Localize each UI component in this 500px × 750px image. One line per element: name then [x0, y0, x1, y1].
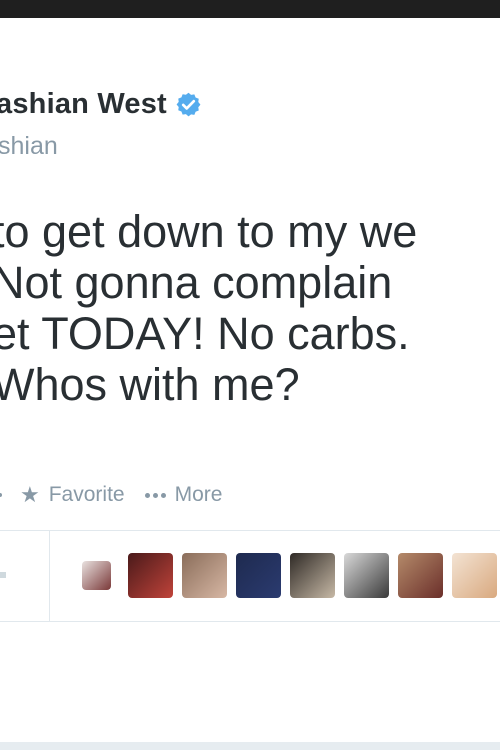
- avatar-6[interactable]: [344, 553, 389, 598]
- stat-marker: [0, 572, 6, 578]
- browser-top-bar: [0, 0, 500, 18]
- more-button[interactable]: More: [175, 483, 223, 507]
- tweet-text-line: et TODAY! No carbs.: [0, 308, 410, 359]
- tweet-stats: [0, 530, 500, 622]
- tweet-text-line: Not gonna complain: [0, 257, 393, 308]
- author-handle[interactable]: shian: [0, 132, 58, 161]
- tweet-text-line: Whos with me?: [0, 359, 300, 410]
- more-icon[interactable]: [144, 492, 166, 498]
- author-name-row[interactable]: ashian West: [0, 88, 202, 121]
- avatar-2[interactable]: [128, 553, 173, 598]
- tweet-text-line: to get down to my we: [0, 206, 418, 257]
- tweet-actions: ★ Favorite More: [0, 480, 222, 510]
- favoriter-avatars: [82, 553, 497, 598]
- avatar-5[interactable]: [290, 553, 335, 598]
- favorite-button[interactable]: Favorite: [49, 483, 125, 507]
- verified-badge-icon: [176, 92, 201, 117]
- avatar-3[interactable]: [182, 553, 227, 598]
- tweet-card: ashian West shian to get down to my we N…: [0, 18, 500, 742]
- author-display-name[interactable]: ashian West: [0, 88, 167, 121]
- star-icon[interactable]: ★: [20, 482, 40, 508]
- stats-divider: [49, 531, 50, 621]
- avatar-7[interactable]: [398, 553, 443, 598]
- tweet-text: to get down to my we Not gonna complain …: [0, 206, 500, 410]
- avatar-8[interactable]: [452, 553, 497, 598]
- partial-action-icon: [0, 493, 2, 497]
- avatar-4[interactable]: [236, 553, 281, 598]
- avatar-1[interactable]: [82, 561, 111, 590]
